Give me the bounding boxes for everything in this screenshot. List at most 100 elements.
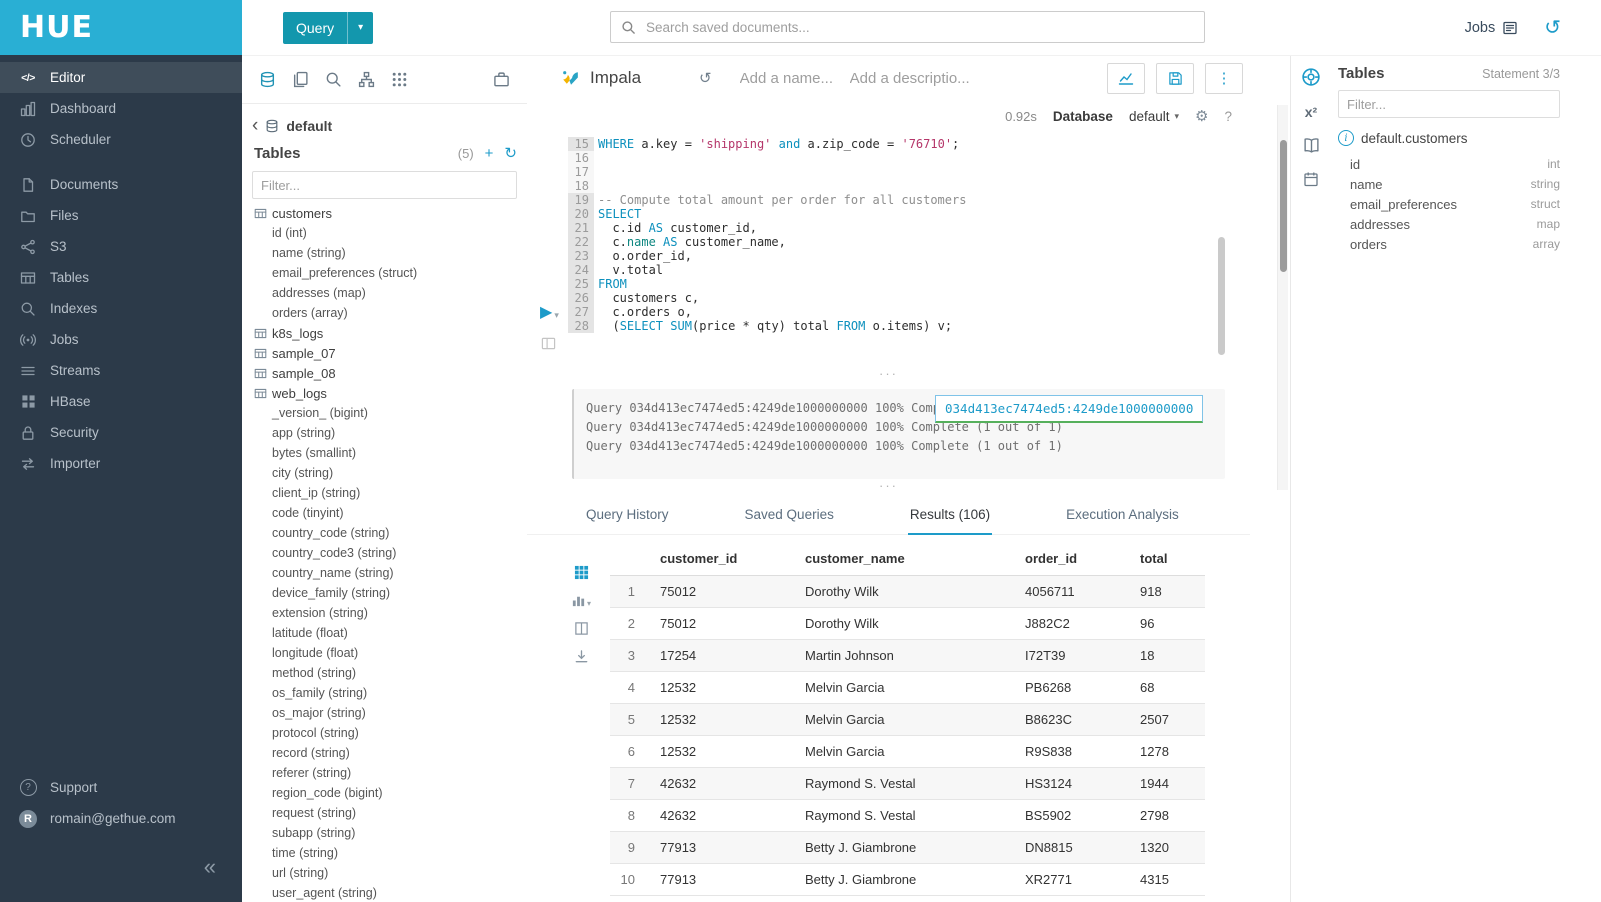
column-entry[interactable]: extension (string): [242, 603, 527, 623]
column-header-total[interactable]: total: [1140, 541, 1205, 576]
column-entry[interactable]: time (string): [242, 843, 527, 863]
search-source-icon[interactable]: [325, 71, 342, 88]
column-entry[interactable]: id (int): [242, 223, 527, 243]
column-entry[interactable]: os_major (string): [242, 703, 527, 723]
column-entry[interactable]: bytes (smallint): [242, 443, 527, 463]
chart-view-icon[interactable]: ▾: [571, 593, 591, 608]
support-link[interactable]: ? Support: [0, 772, 242, 803]
collapse-sidebar-button[interactable]: «: [204, 854, 216, 880]
active-table-entry[interactable]: i default.customers: [1338, 130, 1560, 146]
main-scrollbar-thumb[interactable]: [1280, 140, 1287, 272]
tab-saved-queries[interactable]: Saved Queries: [743, 497, 836, 535]
column-entry[interactable]: city (string): [242, 463, 527, 483]
chart-type-caret-icon[interactable]: ▾: [587, 599, 591, 608]
breadcrumb-database-name[interactable]: default: [286, 118, 332, 134]
column-entry[interactable]: email_preferences (struct): [242, 263, 527, 283]
column-entry[interactable]: subapp (string): [242, 823, 527, 843]
column-entry[interactable]: device_family (string): [242, 583, 527, 603]
result-row[interactable]: 742632Raymond S. VestalHS31241944: [610, 768, 1205, 800]
column-entry[interactable]: client_ip (string): [242, 483, 527, 503]
result-row[interactable]: 275012Dorothy WilkJ882C296: [610, 608, 1205, 640]
documents-source-icon[interactable]: [292, 71, 309, 88]
result-row[interactable]: 842632Raymond S. VestalBS59022798: [610, 800, 1205, 832]
database-select[interactable]: default ▾: [1129, 109, 1179, 124]
column-entry[interactable]: app (string): [242, 423, 527, 443]
column-entry[interactable]: referer (string): [242, 763, 527, 783]
result-row[interactable]: 412532Melvin GarciaPB626868: [610, 672, 1205, 704]
execute-button[interactable]: ▶ ▾: [540, 305, 559, 321]
column-entry[interactable]: user_agent (string): [242, 883, 527, 902]
table-entry-k8s-logs[interactable]: k8s_logs: [242, 323, 527, 343]
resize-handle-bottom[interactable]: ···: [527, 481, 1250, 495]
editor-help-icon[interactable]: ?: [1224, 109, 1232, 124]
table-entry-sample-08[interactable]: sample_08: [242, 363, 527, 383]
sidebar-item-streams[interactable]: Streams: [0, 355, 242, 386]
user-account[interactable]: R romain@gethue.com: [0, 803, 242, 834]
column-entry[interactable]: protocol (string): [242, 723, 527, 743]
column-entry[interactable]: _version_ (bigint): [242, 403, 527, 423]
sidebar-item-indexes[interactable]: Indexes: [0, 293, 242, 324]
back-chevron-icon[interactable]: ‹: [252, 116, 258, 135]
column-entry[interactable]: longitude (float): [242, 643, 527, 663]
download-results-icon[interactable]: [574, 649, 589, 664]
query-id-tooltip[interactable]: 034d413ec7474ed5:4249de1000000000: [935, 395, 1203, 423]
format-statement-icon[interactable]: [541, 336, 556, 351]
sidebar-item-security[interactable]: Security: [0, 417, 242, 448]
column-entry[interactable]: record (string): [242, 743, 527, 763]
column-entry[interactable]: os_family (string): [242, 683, 527, 703]
column-entry[interactable]: request (string): [242, 803, 527, 823]
assistant-icon[interactable]: [1301, 67, 1321, 87]
snippet-history-icon[interactable]: ↺: [699, 71, 712, 86]
column-entry[interactable]: country_code3 (string): [242, 543, 527, 563]
column-header-customer-id[interactable]: customer_id: [660, 541, 805, 576]
editor-settings-icon[interactable]: ⚙: [1195, 109, 1208, 124]
column-header-customer-name[interactable]: customer_name: [805, 541, 1025, 576]
column-entry[interactable]: region_code (bigint): [242, 783, 527, 803]
table-entry-sample-07[interactable]: sample_07: [242, 343, 527, 363]
table-entry-web-logs[interactable]: web_logs: [242, 383, 527, 403]
query-name-input[interactable]: [738, 69, 842, 88]
sitemap-source-icon[interactable]: [358, 71, 375, 88]
result-row[interactable]: 1077913Betty J. GiambroneXR27714315: [610, 864, 1205, 896]
refresh-tables-icon[interactable]: ↻: [504, 146, 517, 161]
column-entry[interactable]: orders (array): [242, 303, 527, 323]
save-button[interactable]: [1156, 63, 1194, 94]
sidebar-item-tables[interactable]: Tables: [0, 262, 242, 293]
sql-editor[interactable]: 15WHERE a.key = 'shipping' and a.zip_cod…: [527, 137, 1250, 333]
add-table-icon[interactable]: +: [485, 146, 494, 161]
execute-options-caret-icon[interactable]: ▾: [554, 310, 559, 321]
right-column-email-preferences[interactable]: email_preferencesstruct: [1338, 194, 1560, 214]
columns-view-icon[interactable]: [574, 621, 589, 636]
apps-source-icon[interactable]: [391, 71, 408, 88]
column-entry[interactable]: latitude (float): [242, 623, 527, 643]
schedule-icon[interactable]: [1303, 171, 1319, 187]
new-query-button[interactable]: Query ▾: [283, 12, 373, 44]
more-options-button[interactable]: ⋮: [1205, 63, 1243, 94]
sidebar-item-s3[interactable]: S3: [0, 231, 242, 262]
query-description-input[interactable]: [848, 69, 977, 88]
column-entry[interactable]: country_code (string): [242, 523, 527, 543]
right-column-addresses[interactable]: addressesmap: [1338, 214, 1560, 234]
resize-handle-top[interactable]: ···: [527, 369, 1250, 383]
sidebar-item-files[interactable]: Files: [0, 200, 242, 231]
column-header-order-id[interactable]: order_id: [1025, 541, 1140, 576]
sql-source-icon[interactable]: [259, 71, 276, 88]
right-column-orders[interactable]: ordersarray: [1338, 234, 1560, 254]
jobs-link[interactable]: Jobs: [1465, 20, 1519, 36]
briefcase-icon[interactable]: [493, 71, 510, 88]
sidebar-item-documents[interactable]: Documents: [0, 169, 242, 200]
column-entry[interactable]: country_name (string): [242, 563, 527, 583]
sidebar-item-jobs[interactable]: Jobs: [0, 324, 242, 355]
right-column-name[interactable]: namestring: [1338, 174, 1560, 194]
result-row[interactable]: 977913Betty J. GiambroneDN88151320: [610, 832, 1205, 864]
editor-scrollbar-thumb[interactable]: [1218, 237, 1225, 355]
tab-query-history[interactable]: Query History: [584, 497, 671, 535]
assist-filter-input[interactable]: [252, 171, 517, 199]
result-row[interactable]: 612532Melvin GarciaR9S8381278: [610, 736, 1205, 768]
column-entry[interactable]: addresses (map): [242, 283, 527, 303]
functions-icon[interactable]: x²: [1305, 104, 1317, 120]
table-entry-customers[interactable]: customers: [242, 203, 527, 223]
main-scrollbar[interactable]: [1277, 105, 1288, 490]
tab-results-106-[interactable]: Results (106): [908, 497, 992, 535]
right-column-id[interactable]: idint: [1338, 154, 1560, 174]
